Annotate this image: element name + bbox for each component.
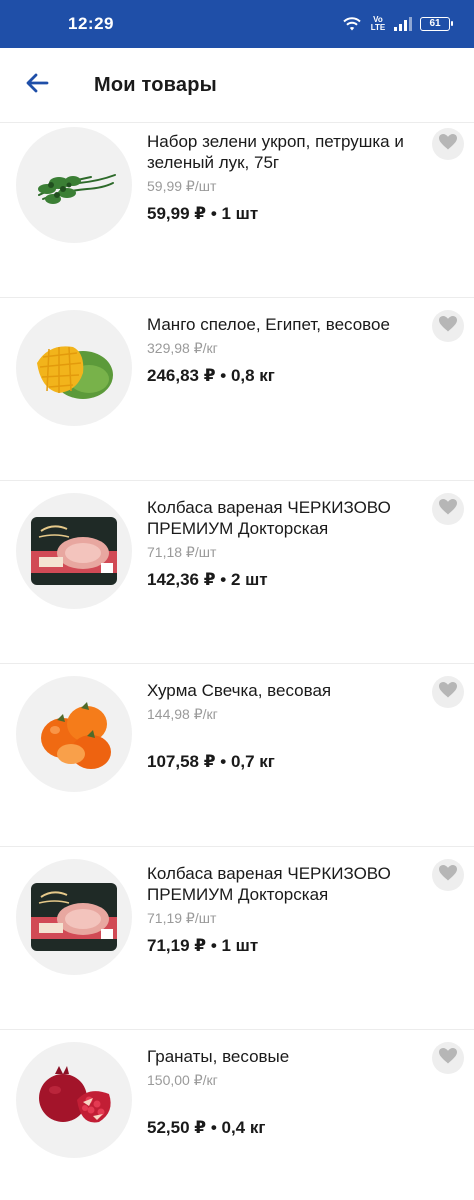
- favorite-button[interactable]: [432, 859, 464, 891]
- heart-icon: [439, 133, 457, 155]
- product-name: Хурма Свечка, весовая: [147, 681, 332, 700]
- product-total: 142,36 ₽ • 2 шт: [147, 570, 268, 589]
- product-total: 52,50 ₽ • 0,4 кг: [147, 1118, 266, 1137]
- volte-indicator: Vo LTE: [370, 15, 386, 32]
- product-total: 246,83 ₽ • 0,8 кг: [147, 366, 275, 385]
- product-card[interactable]: Колбаса вареная ЧЕРКИЗОВО ПРЕМИУМ Доктор…: [0, 847, 474, 1030]
- back-button[interactable]: [0, 48, 74, 122]
- product-card[interactable]: Хурма Свечка, весовая 144,98 ₽/кг 107,58…: [0, 664, 474, 847]
- product-info: Манго спелое, Египет, весовое 329,98 ₽/к…: [147, 314, 417, 387]
- favorite-button[interactable]: [432, 310, 464, 342]
- product-unit-price: 144,98 ₽/кг: [147, 706, 218, 722]
- greens-image: [16, 127, 132, 243]
- status-time: 12:29: [68, 14, 114, 33]
- product-card[interactable]: Колбаса вареная ЧЕРКИЗОВО ПРЕМИУМ Доктор…: [0, 481, 474, 664]
- persimmon-image: [16, 676, 132, 792]
- product-total: 59,99 ₽ • 1 шт: [147, 204, 259, 223]
- product-name: Манго спелое, Египет, весовое: [147, 315, 390, 334]
- product-unit-price: 71,19 ₽/шт: [147, 910, 217, 926]
- sausage-pack-image: [16, 493, 132, 609]
- favorite-button[interactable]: [432, 493, 464, 525]
- heart-icon: [439, 864, 457, 886]
- product-total: 107,58 ₽ • 0,7 кг: [147, 752, 275, 771]
- product-list: Набор зелени укроп, петрушка и зеленый л…: [0, 122, 474, 1200]
- status-icons: Vo LTE 61: [342, 15, 453, 32]
- app-bar: Мои товары: [0, 48, 474, 122]
- favorite-button[interactable]: [432, 128, 464, 160]
- heart-icon: [439, 1047, 457, 1069]
- product-info: Гранаты, весовые 150,00 ₽/кг 52,50 ₽ • 0…: [147, 1046, 417, 1139]
- favorite-button[interactable]: [432, 676, 464, 708]
- product-name: Гранаты, весовые: [147, 1047, 290, 1066]
- product-total: 71,19 ₽ • 1 шт: [147, 936, 259, 955]
- favorite-button[interactable]: [432, 1042, 464, 1074]
- product-info: Колбаса вареная ЧЕРКИЗОВО ПРЕМИУМ Доктор…: [147, 863, 417, 957]
- product-card[interactable]: Набор зелени укроп, петрушка и зеленый л…: [0, 123, 474, 298]
- product-unit-price: 59,99 ₽/шт: [147, 178, 217, 194]
- product-unit-price: 150,00 ₽/кг: [147, 1072, 218, 1088]
- product-name: Набор зелени укроп, петрушка и зеленый л…: [147, 132, 404, 172]
- product-unit-price: 71,18 ₽/шт: [147, 544, 217, 560]
- page-title: Мои товары: [94, 73, 217, 96]
- heart-icon: [439, 498, 457, 520]
- wifi-icon: [342, 16, 362, 32]
- sausage-pack-image: [16, 859, 132, 975]
- signal-icon: [394, 17, 412, 31]
- product-info: Набор зелени укроп, петрушка и зеленый л…: [147, 131, 417, 225]
- product-info: Хурма Свечка, весовая 144,98 ₽/кг 107,58…: [147, 680, 417, 773]
- product-info: Колбаса вареная ЧЕРКИЗОВО ПРЕМИУМ Доктор…: [147, 497, 417, 591]
- pomegranate-image: [16, 1042, 132, 1158]
- product-card[interactable]: Гранаты, весовые 150,00 ₽/кг 52,50 ₽ • 0…: [0, 1030, 474, 1200]
- heart-icon: [439, 681, 457, 703]
- battery-icon: 61: [420, 17, 453, 31]
- status-bar: 12:29 Vo LTE 61: [0, 0, 474, 48]
- product-unit-price: 329,98 ₽/кг: [147, 340, 218, 356]
- product-card[interactable]: Манго спелое, Египет, весовое 329,98 ₽/к…: [0, 298, 474, 481]
- mango-image: [16, 310, 132, 426]
- heart-icon: [439, 315, 457, 337]
- product-name: Колбаса вареная ЧЕРКИЗОВО ПРЕМИУМ Доктор…: [147, 498, 391, 538]
- arrow-left-icon: [25, 72, 49, 99]
- product-name: Колбаса вареная ЧЕРКИЗОВО ПРЕМИУМ Доктор…: [147, 864, 391, 904]
